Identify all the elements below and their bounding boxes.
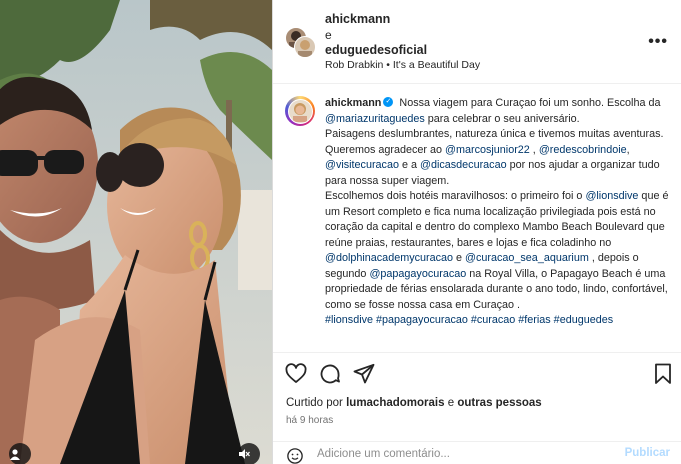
caption-segment: Paisagens deslumbrantes, natureza única … xyxy=(325,128,664,140)
comment-row: Publicar xyxy=(273,441,681,464)
liked-by-text: Curtido por lumachadomorais e outras pes… xyxy=(286,397,542,409)
emoji-icon[interactable] xyxy=(286,447,304,464)
liked-others-link[interactable]: outras pessoas xyxy=(457,397,541,409)
bookmark-icon[interactable] xyxy=(651,362,675,386)
mute-icon[interactable] xyxy=(238,443,260,464)
caption-segment: Escolhemos dois hotéis maravilhosos: o p… xyxy=(325,190,586,202)
comment-icon[interactable] xyxy=(318,362,342,386)
avatar[interactable] xyxy=(294,36,316,58)
actions-bar: Curtido por lumachadomorais e outras pes… xyxy=(273,352,681,464)
caption-segment: para celebrar o seu aniversário. xyxy=(424,112,580,125)
mention-link[interactable]: @curacao_sea_aquarium xyxy=(465,252,589,264)
mention-link[interactable]: @marcosjunior22 xyxy=(445,144,530,156)
caption-paragraph: #lionsdive #papagayocuracao #curacao #fe… xyxy=(325,313,673,329)
share-icon[interactable] xyxy=(352,362,376,386)
caption-area: ahickmann ✓ Nossa viagem para Curaçao foi… xyxy=(273,85,681,352)
caption-segment: , xyxy=(529,143,539,156)
caption-author-link[interactable]: ahickmann xyxy=(325,97,381,109)
audio-link[interactable]: Rob Drabkin • It's a Beautiful Day xyxy=(325,59,480,71)
collab-conjunction: e xyxy=(325,28,332,42)
post-header: ahickmann e eduguedesoficial Rob Drabkin… xyxy=(273,0,681,84)
liked-suffix: e xyxy=(444,397,458,409)
post-timestamp[interactable]: há 9 horas xyxy=(286,415,333,426)
post-sidebar: ahickmann e eduguedesoficial Rob Drabkin… xyxy=(272,0,681,464)
mention-link[interactable]: @visitecuracao xyxy=(325,159,399,171)
instagram-post: ahickmann e eduguedesoficial Rob Drabkin… xyxy=(0,0,681,464)
mention-link[interactable]: @mariazuritaguedes xyxy=(325,113,425,125)
avatar[interactable] xyxy=(285,96,315,126)
collab-avatars[interactable] xyxy=(285,27,316,58)
post-photo[interactable] xyxy=(0,0,272,464)
caption-segment: Nossa viagem para Curaçao foi um sonho. … xyxy=(399,97,661,109)
caption-paragraph: Paisagens deslumbrantes, natureza única … xyxy=(325,127,673,143)
mention-link[interactable]: @lionsdive xyxy=(585,190,638,202)
caption-segment: , xyxy=(626,143,630,156)
caption-paragraph: Queremos agradecer ao @marcosjunior22 , … xyxy=(325,143,673,190)
mention-link[interactable]: @dolphinacademycuracao xyxy=(325,252,453,264)
mention-link[interactable]: #lionsdive #papagayocuracao #curacao #fe… xyxy=(325,314,613,326)
caption-paragraph: Escolhemos dois hotéis maravilhosos: o p… xyxy=(325,189,673,313)
mention-link[interactable]: @papagayocuracao xyxy=(369,268,466,280)
verified-icon: ✓ xyxy=(383,97,394,108)
username-link[interactable]: eduguedesoficial xyxy=(325,43,427,57)
tag-icon[interactable] xyxy=(9,443,31,464)
liked-prefix: Curtido por xyxy=(286,397,347,409)
username-link[interactable]: ahickmann xyxy=(325,12,390,26)
comment-input[interactable] xyxy=(317,444,597,464)
caption-segment: Queremos agradecer ao xyxy=(325,143,446,156)
mention-link[interactable]: @redescobrindoie xyxy=(539,144,627,156)
photo-illustration xyxy=(0,0,272,464)
more-icon[interactable]: ••• xyxy=(648,33,668,51)
caption-segment: e xyxy=(453,252,466,264)
publish-button[interactable]: Publicar xyxy=(625,447,670,459)
heart-icon[interactable] xyxy=(284,362,308,386)
mention-link[interactable]: @dicasdecuracao xyxy=(420,159,507,171)
liked-user-link[interactable]: lumachadomorais xyxy=(346,397,444,409)
caption-segment: e a xyxy=(398,159,420,171)
caption-text: ahickmann ✓ Nossa viagem para Curaçao foi… xyxy=(325,96,673,329)
